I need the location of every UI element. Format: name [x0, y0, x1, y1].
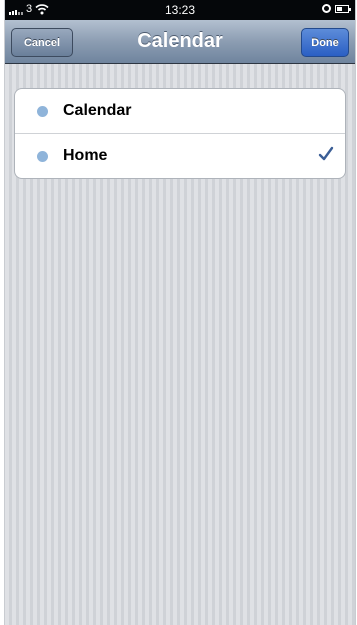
list-item-label: Calendar	[63, 102, 132, 119]
calendar-list: Calendar Home	[14, 88, 346, 179]
calendar-color-dot	[37, 105, 48, 117]
screen: 3 13:23 Cancel Calendar Done Calendar Ho…	[4, 0, 356, 625]
calendar-color-dot	[37, 150, 48, 162]
orientation-lock-icon	[322, 4, 331, 13]
list-item-label: Home	[63, 147, 108, 164]
clock: 13:23	[164, 3, 196, 17]
list-item-calendar[interactable]: Calendar	[15, 89, 345, 133]
battery-icon	[335, 4, 351, 13]
checkmark-icon	[318, 146, 334, 161]
list-item-home[interactable]: Home	[15, 133, 345, 178]
status-right	[322, 4, 351, 13]
status-bar: 3 13:23	[5, 0, 355, 20]
done-button[interactable]: Done	[301, 28, 349, 57]
navigation-bar: Cancel Calendar Done	[5, 20, 355, 64]
